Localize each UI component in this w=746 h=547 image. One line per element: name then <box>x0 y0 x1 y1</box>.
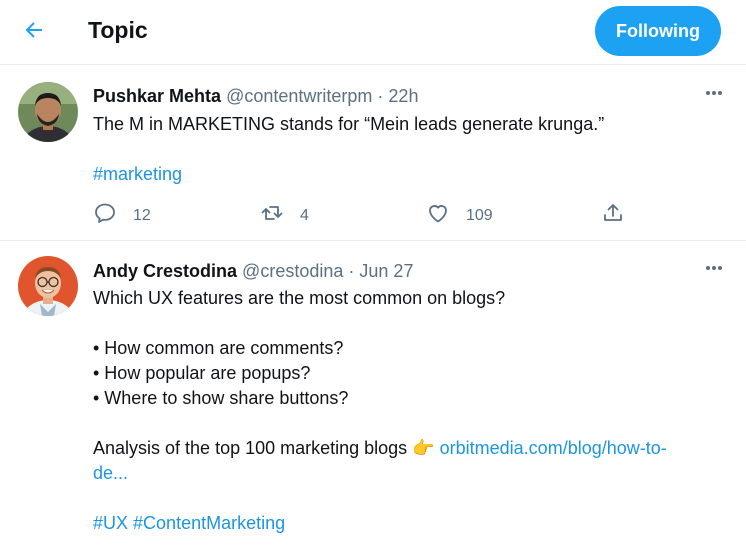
tweet-bullet: • How popular are popups? <box>93 363 311 383</box>
topic-header: Topic Following <box>0 0 746 65</box>
tweet-bullet: • How common are comments? <box>93 338 344 358</box>
more-button[interactable] <box>702 83 726 107</box>
like-count: 109 <box>466 206 493 224</box>
back-button[interactable] <box>14 12 54 52</box>
hashtag-link[interactable]: #ContentMarketing <box>133 513 285 533</box>
reply-count: 12 <box>133 206 151 224</box>
tweet-header: Andy Crestodina @crestodina · Jun 27 <box>93 261 413 282</box>
hashtag-link[interactable]: #UX <box>93 513 128 533</box>
retweet-icon <box>260 201 284 230</box>
tweet-text: The M in MARKETING stands for “Mein lead… <box>93 114 605 134</box>
meta-separator: · <box>348 261 355 281</box>
meta-separator: · <box>377 86 384 106</box>
more-button[interactable] <box>702 258 726 282</box>
hashtag-link[interactable]: #marketing <box>93 164 182 184</box>
page-title: Topic <box>88 17 148 43</box>
pointing-hand-emoji: 👉 <box>412 438 435 458</box>
tweet-text-line: Which UX features are the most common on… <box>93 288 506 308</box>
tweet-item[interactable]: Pushkar Mehta @contentwriterpm · 22h The… <box>0 65 746 241</box>
tweet-actions: 12 4 109 <box>93 201 653 225</box>
avatar[interactable] <box>18 256 78 316</box>
author-handle[interactable]: @crestodina <box>242 261 343 281</box>
analysis-text: Analysis of the top 100 marketing blogs <box>93 438 408 458</box>
tweet-time[interactable]: 22h <box>388 86 418 106</box>
article-link[interactable]: orbitmedia.com/blog/how-to- <box>440 438 667 458</box>
share-icon <box>601 201 625 230</box>
tweet-hashtags: #marketing <box>93 162 182 187</box>
share-button[interactable] <box>601 201 625 230</box>
arrow-left-icon <box>22 18 46 47</box>
reply-button[interactable]: 12 <box>93 201 151 230</box>
like-button[interactable]: 109 <box>426 201 493 230</box>
avatar[interactable] <box>18 82 78 142</box>
more-horizontal-icon <box>704 258 724 283</box>
author-name[interactable]: Andy Crestodina <box>93 261 237 281</box>
tweet-bullet: • Where to show share buttons? <box>93 388 349 408</box>
tweet-header: Pushkar Mehta @contentwriterpm · 22h <box>93 86 418 107</box>
tweet-hashtags: #UX #ContentMarketing <box>93 511 285 536</box>
following-button[interactable]: Following <box>595 6 721 56</box>
article-link-continued[interactable]: de... <box>93 463 128 483</box>
retweet-count: 4 <box>300 206 309 224</box>
reply-icon <box>93 201 117 230</box>
tweet-item[interactable]: Andy Crestodina @crestodina · Jun 27 Whi… <box>0 241 746 547</box>
heart-icon <box>426 201 450 230</box>
tweet-time[interactable]: Jun 27 <box>359 261 413 281</box>
retweet-button[interactable]: 4 <box>260 201 309 230</box>
author-name[interactable]: Pushkar Mehta <box>93 86 221 106</box>
tweet-text-line: Analysis of the top 100 marketing blogs … <box>93 436 667 461</box>
tweet-text-line: de... <box>93 461 128 486</box>
more-horizontal-icon <box>704 83 724 108</box>
author-handle[interactable]: @contentwriterpm <box>226 86 372 106</box>
